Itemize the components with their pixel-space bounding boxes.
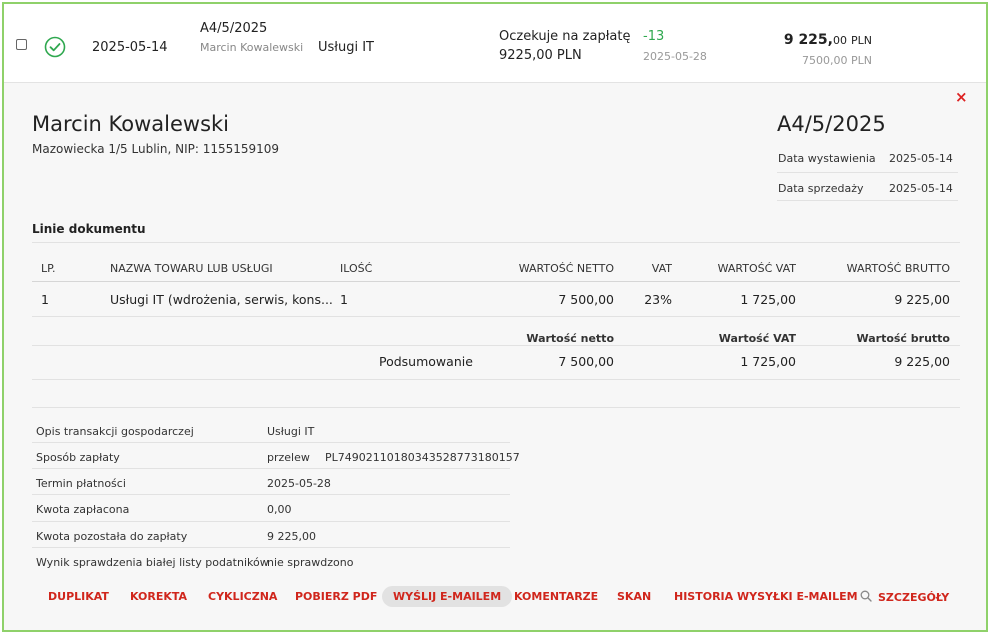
col-net: WARTOŚĆ NETTO — [518, 262, 614, 275]
summary-vat-label: Wartość VAT — [718, 332, 796, 345]
download-pdf-button[interactable]: POBIERZ PDF — [295, 590, 377, 603]
invoice-detail-panel: × Marcin Kowalewski Mazowiecka 1/5 Lubli… — [4, 83, 986, 630]
search-icon — [860, 590, 872, 602]
sale-date-label: Data sprzedaży — [778, 182, 864, 195]
recurring-button[interactable]: CYKLICZNA — [208, 590, 277, 603]
row-category: Usługi IT — [318, 40, 374, 55]
col-vat-value: WARTOŚĆ VAT — [717, 262, 796, 275]
col-qty: ILOŚĆ — [340, 262, 373, 275]
info-label: Wynik sprawdzenia białej listy podatnikó… — [36, 556, 269, 569]
divider — [32, 345, 960, 346]
summary-net-label: Wartość netto — [526, 332, 614, 345]
buyer-address: Mazowiecka 1/5 Lublin, NIP: 1155159109 — [32, 142, 280, 156]
col-vat: VAT — [651, 262, 672, 275]
col-name: NAZWA TOWARU LUB USŁUGI — [110, 262, 273, 275]
summary-gross-label: Wartość brutto — [856, 332, 950, 345]
header-divider — [32, 281, 960, 282]
row-gross-currency: PLN — [851, 34, 872, 47]
close-icon[interactable]: × — [955, 88, 968, 106]
info-label: Termin płatności — [36, 477, 126, 490]
line-qty: 1 — [340, 292, 348, 307]
line-vat: 23% — [644, 292, 672, 307]
info-value: Usługi IT — [267, 425, 315, 438]
issue-date-label: Data wystawienia — [778, 152, 876, 165]
send-email-button[interactable]: WYŚLIJ E-MAILEM — [382, 586, 513, 607]
bank-account: PL74902110180343528773180157 — [325, 451, 520, 464]
summary-vat: 1 725,00 — [740, 354, 796, 369]
buyer-name: Marcin Kowalewski — [32, 112, 230, 136]
check-circle-icon — [44, 36, 66, 58]
line-gross: 9 225,00 — [894, 292, 950, 307]
row-gross: 9 225,00 PLN — [784, 32, 872, 48]
col-lp: LP. — [41, 262, 56, 275]
row-date: 2025-05-14 — [92, 40, 168, 55]
row-due-date: 2025-05-28 — [643, 50, 707, 63]
divider — [32, 316, 960, 317]
divider — [32, 547, 510, 548]
meta-divider — [777, 200, 958, 201]
invoice-row[interactable]: 2025-05-14 A4/5/2025 Marcin Kowalewski U… — [4, 4, 986, 83]
row-client: Marcin Kowalewski — [200, 41, 304, 54]
duplicate-button[interactable]: DUPLIKAT — [48, 590, 109, 603]
details-button[interactable]: SZCZEGÓŁY — [860, 590, 949, 604]
row-status-amount: 9225,00 PLN — [499, 48, 582, 63]
divider — [32, 468, 510, 469]
issue-date-value: 2025-05-14 — [889, 152, 953, 165]
comments-button[interactable]: KOMENTARZE — [514, 590, 598, 603]
col-gross: WARTOŚĆ BRUTTO — [846, 262, 950, 275]
divider — [32, 379, 960, 380]
row-days: -13 — [643, 29, 665, 44]
scan-button[interactable]: SKAN — [617, 590, 651, 603]
info-value: nie sprawdzono — [267, 556, 354, 569]
row-status: Oczekuje na zapłatę — [499, 29, 631, 44]
info-value: 9 225,00 — [267, 530, 316, 543]
row-checkbox[interactable] — [16, 39, 27, 50]
divider — [32, 407, 960, 408]
summary-row-label: Podsumowanie — [379, 354, 473, 369]
info-label: Kwota zapłacona — [36, 503, 130, 516]
divider — [32, 494, 510, 495]
line-net: 7 500,00 — [558, 292, 614, 307]
row-gross-whole: 9 225, — [783, 32, 833, 48]
row-gross-cents: 00 — [833, 34, 847, 47]
info-label: Opis transakcji gospodarczej — [36, 425, 194, 438]
summary-net: 7 500,00 — [558, 354, 614, 369]
invoice-frame: 2025-05-14 A4/5/2025 Marcin Kowalewski U… — [2, 2, 988, 632]
info-label: Kwota pozostała do zapłaty — [36, 530, 188, 543]
line-name: Usługi IT (wdrożenia, serwis, kons... — [110, 292, 333, 307]
info-label: Sposób zapłaty — [36, 451, 120, 464]
info-value: przelew — [267, 451, 310, 464]
info-value: 2025-05-28 — [267, 477, 331, 490]
line-vat-value: 1 725,00 — [740, 292, 796, 307]
row-doc-number[interactable]: A4/5/2025 — [200, 21, 267, 36]
sale-date-value: 2025-05-14 — [889, 182, 953, 195]
info-value: 0,00 — [267, 503, 292, 516]
meta-divider — [777, 172, 958, 173]
summary-gross: 9 225,00 — [894, 354, 950, 369]
divider — [32, 442, 510, 443]
email-history-button[interactable]: HISTORIA WYSYŁKI E-MAILEM — [674, 590, 858, 603]
line-lp: 1 — [41, 292, 49, 307]
lines-title: Linie dokumentu — [32, 222, 146, 236]
details-label: SZCZEGÓŁY — [878, 591, 950, 604]
row-net: 7500,00 PLN — [802, 54, 872, 67]
divider — [32, 242, 960, 243]
divider — [32, 521, 510, 522]
document-title: A4/5/2025 — [777, 112, 886, 136]
correction-button[interactable]: KOREKTA — [130, 590, 187, 603]
